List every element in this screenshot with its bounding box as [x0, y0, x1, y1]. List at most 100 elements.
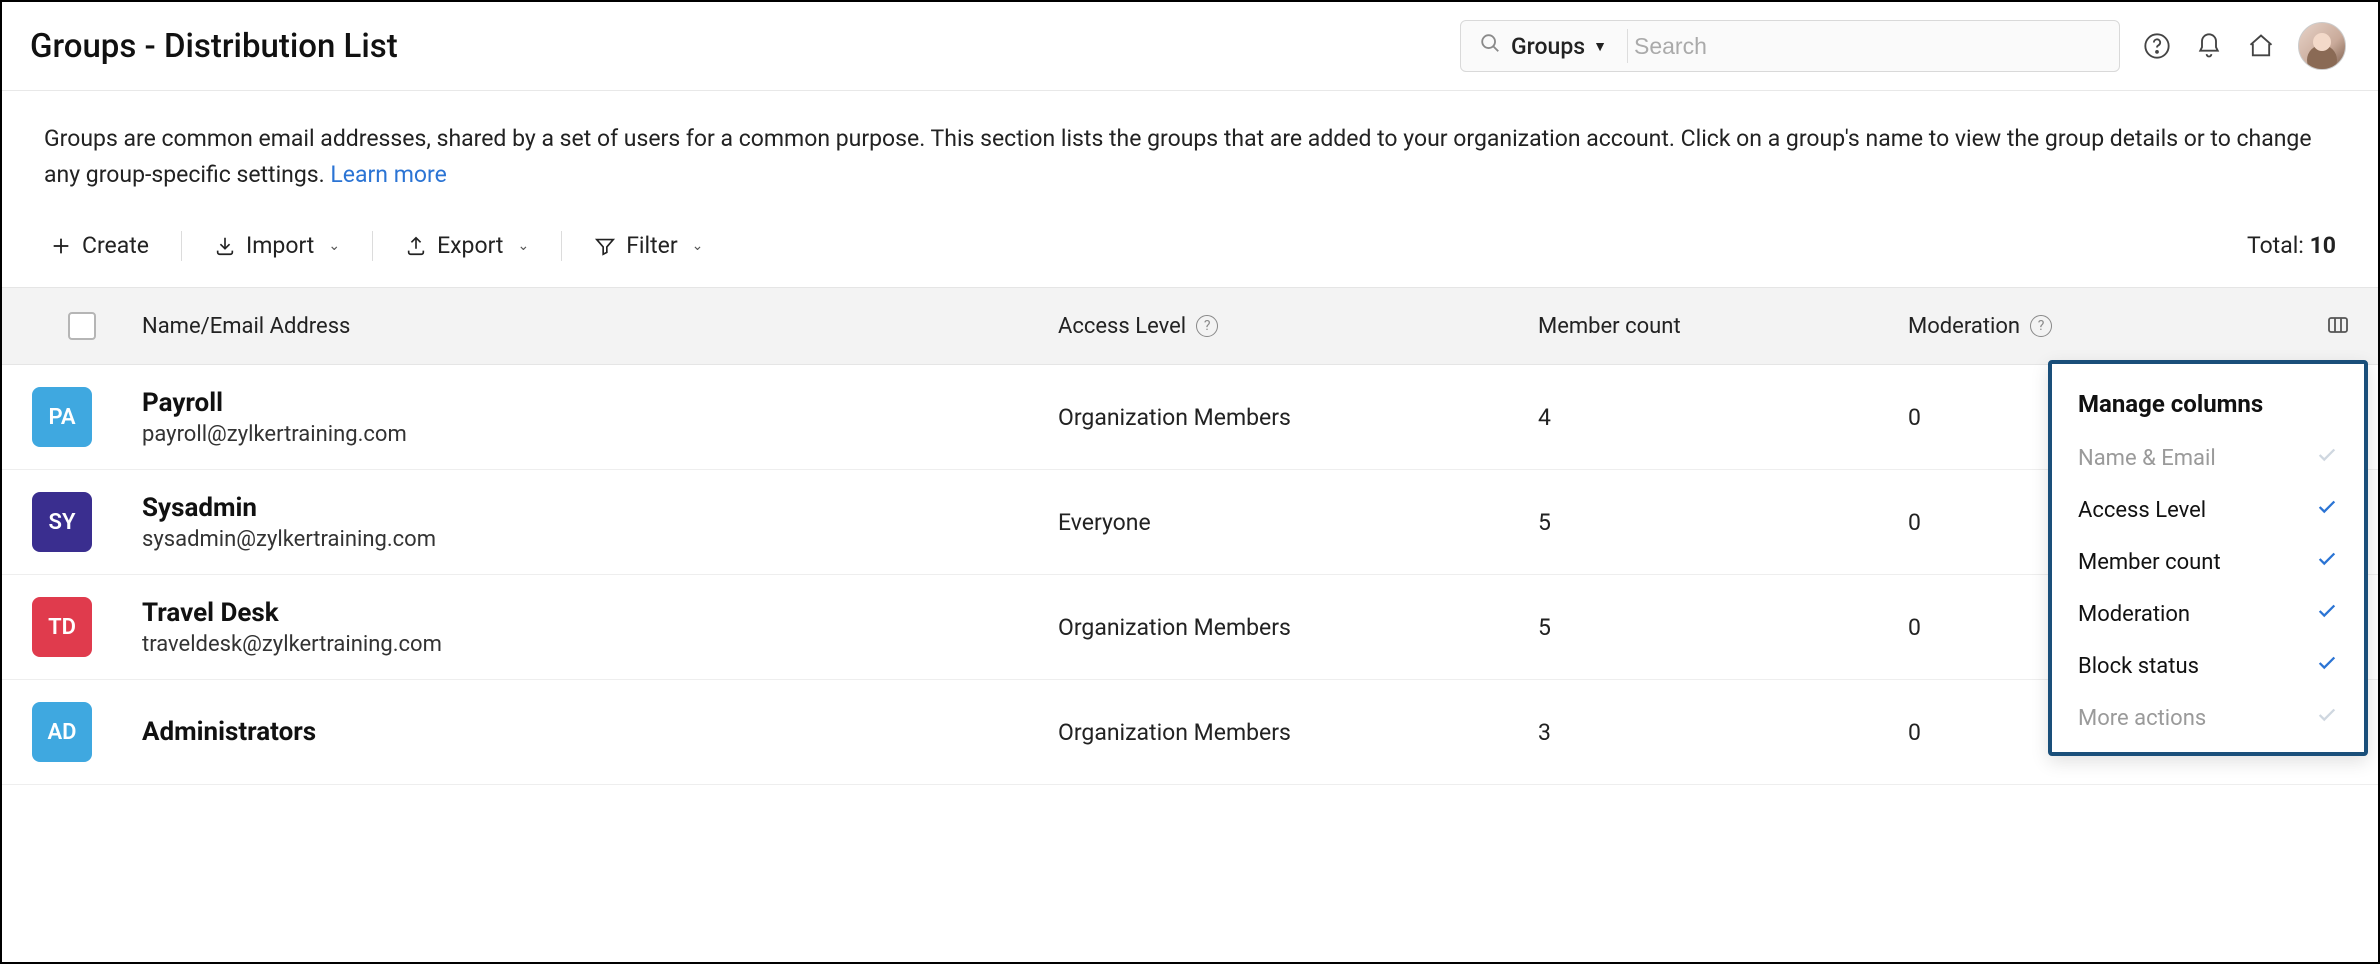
column-toggle-item: Name & Email	[2052, 432, 2364, 484]
name-email-cell: Payroll payroll@zylkertraining.com	[142, 388, 1058, 447]
chevron-down-icon: ⌄	[517, 238, 529, 254]
column-toggle-item[interactable]: Moderation	[2052, 588, 2364, 640]
access-level-cell: Everyone	[1058, 509, 1538, 536]
group-avatar: TD	[32, 597, 92, 657]
group-name-link[interactable]: Payroll	[142, 388, 1058, 418]
columns-icon	[2326, 314, 2350, 338]
check-icon	[2316, 600, 2338, 628]
check-icon	[2316, 652, 2338, 680]
filter-label: Filter	[626, 232, 677, 259]
header-right: Groups ▼	[1460, 20, 2346, 72]
search-input[interactable]	[1634, 33, 2105, 60]
table-header: Name/Email Address Access Level ? Member…	[2, 287, 2378, 365]
search-scope-select[interactable]: Groups ▼	[1501, 33, 1621, 60]
th-access-level-label: Access Level	[1058, 314, 1186, 339]
th-name-email[interactable]: Name/Email Address	[142, 314, 1058, 339]
bell-icon[interactable]	[2194, 31, 2224, 61]
filter-icon	[594, 235, 616, 257]
table-row[interactable]: TD Travel Desk traveldesk@zylkertraining.c…	[2, 575, 2378, 680]
access-level-cell: Organization Members	[1058, 614, 1538, 641]
chevron-down-icon: ⌄	[328, 238, 340, 254]
filter-button[interactable]: Filter ⌄	[588, 228, 709, 263]
th-moderation[interactable]: Moderation ?	[1908, 314, 2278, 339]
select-all-checkbox[interactable]	[68, 312, 96, 340]
th-moderation-label: Moderation	[1908, 314, 2020, 339]
table-row[interactable]: ADAdministratorsOrganization Members30	[2, 680, 2378, 785]
th-access-level[interactable]: Access Level ?	[1058, 314, 1538, 339]
group-name-link[interactable]: Administrators	[142, 717, 1058, 747]
toolbar-left: Create Import ⌄ Export ⌄ Filter ⌄	[44, 228, 709, 263]
create-label: Create	[82, 232, 149, 259]
check-icon	[2316, 444, 2338, 472]
learn-more-link[interactable]: Learn more	[330, 161, 446, 188]
divider	[561, 231, 562, 261]
column-toggle-item[interactable]: Access Level	[2052, 484, 2364, 536]
column-settings-button[interactable]	[2278, 314, 2358, 338]
member-count-cell: 5	[1538, 614, 1908, 641]
column-toggle-label: More actions	[2078, 706, 2206, 731]
column-toggle-label: Block status	[2078, 654, 2199, 679]
total-value: 10	[2310, 232, 2336, 259]
search-box[interactable]: Groups ▼	[1460, 20, 2120, 72]
avatar[interactable]	[2298, 22, 2346, 70]
group-email: payroll@zylkertraining.com	[142, 422, 1058, 447]
divider	[1627, 29, 1628, 63]
home-icon[interactable]	[2246, 31, 2276, 61]
check-icon	[2316, 496, 2338, 524]
header-bar: Groups - Distribution List Groups ▼	[2, 2, 2378, 91]
row-icon-cell: SY	[22, 492, 142, 552]
chevron-down-icon: ▼	[1593, 38, 1607, 55]
import-label: Import	[246, 232, 314, 259]
group-email: traveldesk@zylkertraining.com	[142, 632, 1058, 657]
check-icon	[2316, 548, 2338, 576]
row-icon-cell: PA	[22, 387, 142, 447]
column-toggle-item[interactable]: Block status	[2052, 640, 2364, 692]
th-member-count[interactable]: Member count	[1538, 314, 1908, 339]
check-icon	[2316, 704, 2338, 732]
group-avatar: SY	[32, 492, 92, 552]
name-email-cell: Travel Desk traveldesk@zylkertraining.com	[142, 598, 1058, 657]
row-icon-cell: AD	[22, 702, 142, 762]
toolbar: Create Import ⌄ Export ⌄ Filter ⌄ Total:…	[2, 202, 2378, 287]
member-count-cell: 4	[1538, 404, 1908, 431]
group-name-link[interactable]: Sysadmin	[142, 493, 1058, 523]
search-scope-label: Groups	[1511, 33, 1585, 60]
member-count-cell: 5	[1538, 509, 1908, 536]
intro-text: Groups are common email addresses, share…	[2, 91, 2378, 202]
member-count-cell: 3	[1538, 719, 1908, 746]
total-prefix: Total:	[2247, 232, 2310, 259]
popover-title: Manage columns	[2052, 382, 2364, 432]
column-toggle-item[interactable]: Member count	[2052, 536, 2364, 588]
row-icon-cell: TD	[22, 597, 142, 657]
import-icon	[214, 235, 236, 257]
name-email-cell: Sysadmin sysadmin@zylkertraining.com	[142, 493, 1058, 552]
column-toggle-label: Access Level	[2078, 498, 2206, 523]
th-check	[22, 312, 142, 340]
column-toggle-item: More actions	[2052, 692, 2364, 744]
table-row[interactable]: SY Sysadmin sysadmin@zylkertraining.comEve…	[2, 470, 2378, 575]
groups-table: Name/Email Address Access Level ? Member…	[2, 287, 2378, 785]
help-icon[interactable]: ?	[2030, 315, 2052, 337]
group-email: sysadmin@zylkertraining.com	[142, 527, 1058, 552]
total-count: Total: 10	[2247, 232, 2336, 259]
export-button[interactable]: Export ⌄	[399, 228, 535, 263]
export-label: Export	[437, 232, 503, 259]
manage-columns-popover: Manage columns Name & Email Access Level M…	[2048, 360, 2368, 756]
divider	[372, 231, 373, 261]
help-icon[interactable]: ?	[1196, 315, 1218, 337]
create-button[interactable]: Create	[44, 228, 155, 263]
name-email-cell: Administrators	[142, 717, 1058, 747]
divider	[181, 231, 182, 261]
table-row[interactable]: PA Payroll payroll@zylkertraining.comOrgan…	[2, 365, 2378, 470]
column-toggle-label: Member count	[2078, 550, 2221, 575]
page-title: Groups - Distribution List	[30, 27, 398, 66]
import-button[interactable]: Import ⌄	[208, 228, 346, 263]
access-level-cell: Organization Members	[1058, 404, 1538, 431]
column-toggle-label: Name & Email	[2078, 446, 2216, 471]
group-avatar: PA	[32, 387, 92, 447]
group-name-link[interactable]: Travel Desk	[142, 598, 1058, 628]
help-icon[interactable]	[2142, 31, 2172, 61]
access-level-cell: Organization Members	[1058, 719, 1538, 746]
export-icon	[405, 235, 427, 257]
plus-icon	[50, 235, 72, 257]
